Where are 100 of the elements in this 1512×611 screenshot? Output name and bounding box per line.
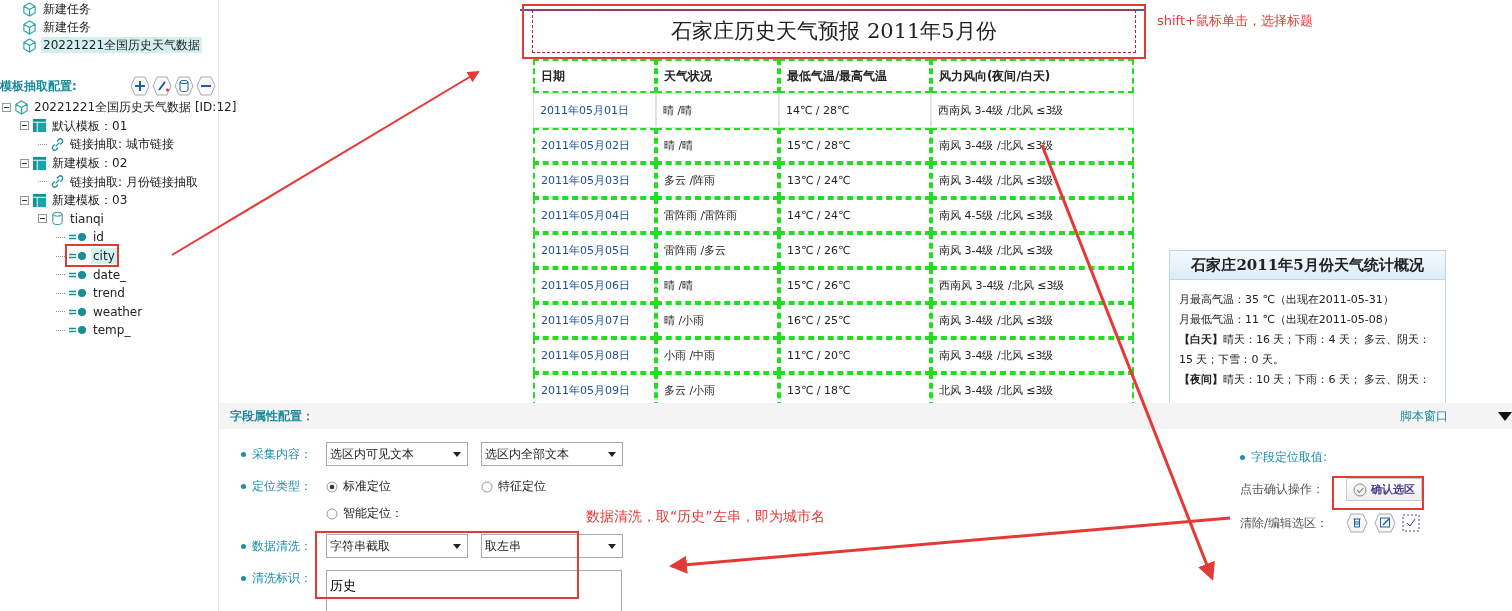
radio-option[interactable]: 特征定位 [481,478,601,495]
collapse-toggle-icon[interactable] [20,158,29,168]
column-header: 天气状况 [656,59,779,93]
table-cell: 13℃ / 26℃ [779,233,931,268]
caret-icon [608,451,616,457]
caret-icon [453,451,461,457]
tree-item[interactable]: trend [91,285,127,302]
table-cell: 晴 /晴 [656,128,779,163]
cube-icon [22,1,37,17]
cube-icon [22,19,37,35]
tree-item[interactable]: 链接抽取: 月份链接抽取 [68,173,200,190]
page-title-frame[interactable]: 石家庄历史天气预报 2011年5月份 [522,4,1146,59]
clean-mark-field[interactable]: 历史 [326,570,622,611]
cylinder-icon [50,211,65,227]
column-header: 风力风向(夜间/白天) [931,59,1134,93]
check-circle-icon [1353,482,1367,497]
panel-title: 字段属性配置： [230,407,314,425]
remove-button[interactable] [196,76,216,96]
tree-item[interactable]: 链接抽取: 城市链接 [68,136,176,153]
tree-item[interactable]: 新建模板：02 [50,155,130,172]
tree-item[interactable]: id [91,229,106,246]
table-cell: 小雨 /中雨 [656,338,779,373]
column-header: 日期 [533,59,656,93]
collapse-toggle-icon[interactable] [20,121,29,131]
tree-item[interactable]: 20221221全国历史天气数据 [ID:12] [32,99,239,116]
table-cell: 南风 3-4级 /北风 ≤3级 [931,233,1134,268]
dropdown[interactable]: 字符串截取 [326,534,468,558]
confirm-label: 点击确认操作： [1240,481,1325,498]
table-cell: 2011年05月01日 [533,93,656,128]
confirm-selection-button[interactable]: 确认选区 [1346,478,1422,501]
tree-item[interactable]: date_ [91,266,129,283]
table-cell: 晴 /晴 [656,93,779,128]
task-item[interactable]: 20221221全国历史天气数据 [41,37,203,53]
dashed-check-button[interactable] [1402,514,1420,532]
field-label: 数据清洗： [241,537,313,555]
table-cell: 南风 3-4级 /北风 ≤3级 [931,163,1134,198]
tree-item[interactable]: city [91,248,117,265]
stats-line: 月最低气温：11 ℃（出现在2011-05-08） [1178,312,1395,328]
tree-item[interactable]: tianqi [68,210,106,227]
radio-option[interactable]: 标准定位 [326,478,481,495]
table-icon [32,118,47,134]
tree-item[interactable]: 默认模板：01 [50,117,130,134]
table-cell: 2011年05月03日 [533,163,656,198]
annotation-note: 数据清洗，取“历史”左串，即为城市名 [586,508,825,526]
table-cell: 11℃ / 20℃ [779,338,931,373]
table-cell: 南风 3-4级 /北风 ≤3级 [931,303,1134,338]
dropdown[interactable]: 取左串 [481,534,623,558]
field-label: 清洗标识： [241,570,313,587]
table-icon [32,192,47,208]
dropdown[interactable]: 选区内可见文本 [326,442,468,466]
dropdown[interactable]: 选区内全部文本 [481,442,623,466]
table-cell: 晴 /小雨 [656,303,779,338]
caret-icon [453,543,461,549]
field-icon [68,269,88,280]
table-cell: 2011年05月05日 [533,233,656,268]
field-icon [68,306,88,317]
table-cell: 雷阵雨 /雷阵雨 [656,198,779,233]
script-window-link[interactable]: 脚本窗口 [1400,407,1448,425]
tree-item[interactable]: temp_ [91,322,133,339]
task-item[interactable]: 新建任务 [41,1,93,17]
edit-button[interactable] [1374,513,1396,533]
table-cell: 13℃ / 24℃ [779,163,931,198]
stats-line: 【白天】晴天：16 天；下雨：4 天； 多云、阴天：15 天；下雪：0 天。 [1178,332,1432,368]
field-icon [68,325,88,336]
link-button[interactable] [152,76,172,96]
section-title: 模板抽取配置: [0,77,77,95]
task-item[interactable]: 新建任务 [41,19,93,35]
stats-line: 月最高气温：35 ℃（出现在2011-05-31） [1178,292,1395,308]
cube-icon [14,99,29,115]
table-cell: 16℃ / 25℃ [779,303,931,338]
table-cell: 2011年05月07日 [533,303,656,338]
page-title: 石家庄历史天气预报 2011年5月份 [532,10,1136,53]
collapse-toggle-icon[interactable] [20,195,29,205]
table-cell: 西南风 3-4级 /北风 ≤3级 [931,268,1134,303]
table-cell: 2011年05月02日 [533,128,656,163]
table-cell: 14℃ / 24℃ [779,198,931,233]
field-icon [68,232,88,243]
caret-icon [608,543,616,549]
collapse-toggle-icon[interactable] [38,214,47,224]
table-cell: 南风 3-4级 /北风 ≤3级 [931,338,1134,373]
highlight-frame [65,244,119,267]
radio-option[interactable]: 智能定位： [326,505,481,522]
field-icon [68,288,88,299]
table-icon [32,155,47,171]
stats-line: 【夜间】晴天：10 天；下雨：6 天； 多云、阴天： [1178,372,1432,388]
database-button[interactable] [174,76,194,96]
add-button[interactable] [130,76,150,96]
dropdown-caret-icon[interactable] [1498,411,1512,421]
tree-item[interactable]: 新建模板：03 [50,192,130,209]
table-cell: 15℃ / 28℃ [779,128,931,163]
table-cell: 多云 /阵雨 [656,163,779,198]
annotation-note: shift+鼠标单击，选择标题 [1157,12,1313,30]
tree-item[interactable]: weather [91,303,145,320]
table-cell: 雷阵雨 /多云 [656,233,779,268]
collapse-toggle-icon[interactable] [2,102,11,112]
trash-button[interactable] [1346,513,1368,533]
field-label: 字段定位取值: [1240,449,1422,466]
table-cell: 2011年05月08日 [533,338,656,373]
chain-link-icon [50,174,65,190]
table-cell: 15℃ / 26℃ [779,268,931,303]
